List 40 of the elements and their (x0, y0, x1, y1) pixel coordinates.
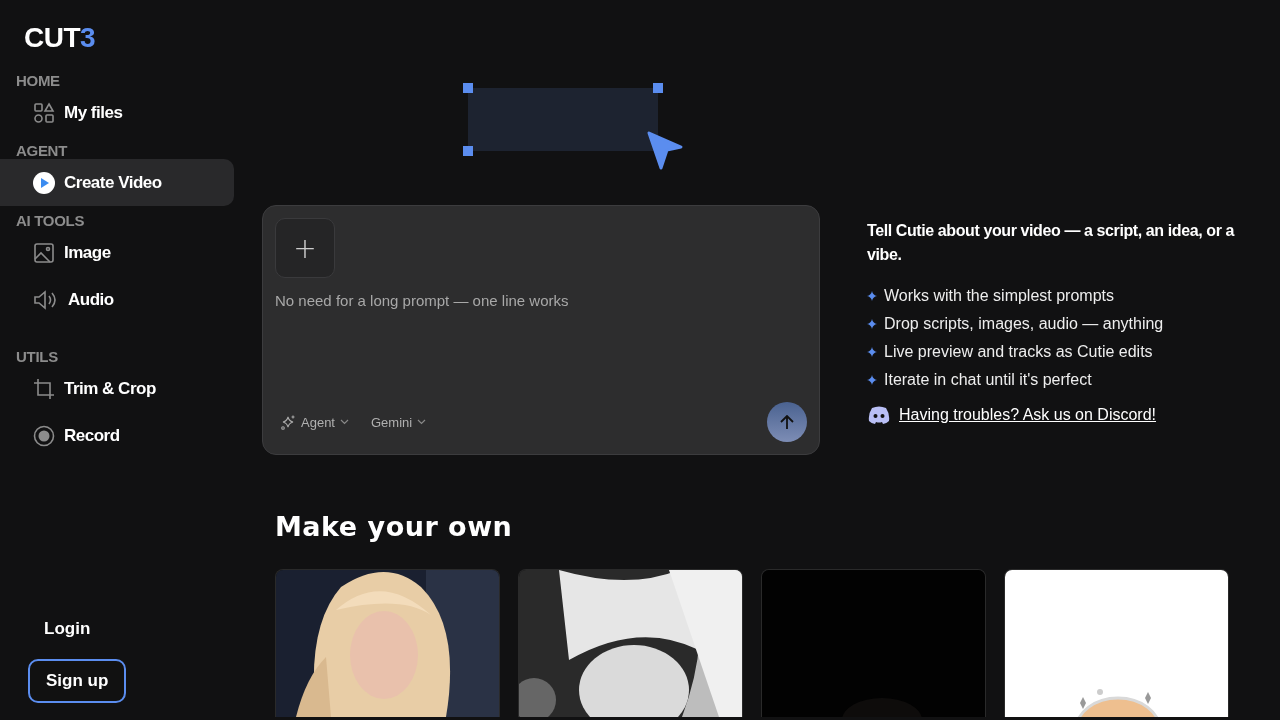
discord-link[interactable]: Having troubles? Ask us on Discord! (899, 406, 1156, 424)
feature-text: Live preview and tracks as Cutie edits (884, 343, 1153, 361)
play-icon (33, 171, 55, 194)
crop-icon (33, 377, 55, 400)
caret-icon (340, 419, 349, 425)
feature-text: Works with the simplest prompts (884, 287, 1114, 305)
nav-item[interactable]: Record (0, 412, 234, 459)
feature-text: Iterate in chat until it's perfect (884, 371, 1092, 389)
speaker-icon (33, 288, 59, 311)
sparkle-icon (281, 414, 296, 430)
section-title: Make your own (275, 511, 513, 542)
section-heading: AGENT (15, 142, 67, 159)
arrow-up-icon (780, 414, 794, 430)
sparkle-icon (867, 291, 877, 301)
login-button[interactable]: Login (28, 611, 107, 647)
model-dropdown[interactable]: Gemini (365, 410, 433, 434)
intro-text: Tell Cutie about your video — a script, an idea, or a vibe. (867, 221, 1236, 265)
nav-item[interactable]: Audio (0, 276, 234, 323)
sparkle-icon (867, 375, 877, 385)
prompt-field[interactable]: No need for a long prompt — one line works (275, 290, 807, 310)
nav-item[interactable]: Trim & Crop (0, 365, 234, 412)
send-button[interactable] (767, 402, 807, 442)
sparkle-icon (867, 347, 877, 357)
record-icon (33, 424, 55, 447)
image-icon (33, 241, 55, 264)
feature-text: Drop scripts, images, audio — anything (884, 315, 1164, 333)
sparkle-icon (867, 319, 877, 329)
nav-item[interactable]: Image (0, 229, 234, 276)
section-heading: HOME (15, 72, 60, 89)
caret-icon (417, 419, 427, 425)
nav-item[interactable]: Create Video (0, 159, 234, 206)
nav-item[interactable]: My files (0, 89, 234, 136)
mode-dropdown[interactable]: Agent (275, 410, 355, 434)
logo[interactable]: CUT3 (24, 22, 96, 54)
signup-button[interactable]: Sign up (28, 659, 127, 703)
section-heading: AI TOOLS (15, 212, 85, 229)
grid-icon (33, 101, 55, 124)
attach-button[interactable]: + (275, 218, 335, 278)
chat-bot-icon (867, 406, 891, 424)
section-heading: UTILS (15, 348, 58, 365)
